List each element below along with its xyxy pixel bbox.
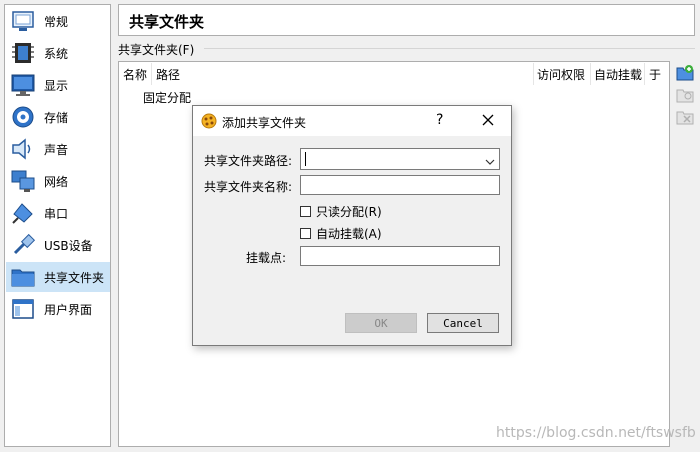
general-settings-icon [10, 8, 36, 34]
dialog-title: 添加共享文件夹 [222, 116, 307, 130]
virtualbox-logo-icon [201, 113, 217, 129]
readonly-label: 只读分配(R) [316, 205, 382, 219]
sidebar-item-label: 共享文件夹 [44, 270, 105, 285]
display-monitor-icon [10, 72, 36, 98]
table-row[interactable]: 固定分配 [143, 89, 191, 106]
sidebar-item-label: 存储 [44, 110, 69, 125]
shared-folders-group-label: 共享文件夹(F) [118, 43, 195, 57]
remove-shared-folder-button[interactable] [676, 108, 694, 126]
network-icon [10, 168, 36, 194]
sidebar-item-shared-folders[interactable]: 共享文件夹 [6, 262, 110, 292]
user-interface-icon [10, 296, 36, 322]
edit-folder-icon [676, 89, 694, 103]
column-separator [533, 63, 534, 85]
sidebar-item-system[interactable]: 系统 [6, 38, 110, 68]
sidebar-item-label: 用户界面 [44, 302, 93, 317]
audio-speaker-icon [10, 136, 36, 162]
remove-folder-icon [676, 111, 694, 125]
add-folder-icon [676, 65, 694, 81]
sidebar-item-label: 系统 [44, 46, 69, 61]
page-title-box: 共享文件夹 [118, 4, 695, 36]
shared-folder-icon [10, 264, 36, 290]
readonly-checkbox[interactable]: 只读分配(R) [300, 203, 382, 220]
serial-port-icon [10, 200, 36, 226]
column-separator [590, 63, 591, 85]
column-header-at[interactable]: 于 [649, 66, 661, 83]
sidebar-item-label: 声音 [44, 142, 69, 157]
storage-disk-icon [10, 104, 36, 130]
sidebar-item-general[interactable]: 常规 [6, 6, 110, 36]
help-button[interactable]: ? [436, 112, 443, 128]
folder-name-label: 共享文件夹名称: [204, 180, 293, 194]
sidebar-item-storage[interactable]: 存储 [6, 102, 110, 132]
ok-button[interactable]: OK [345, 313, 417, 333]
sidebar-item-label: 串口 [44, 206, 69, 221]
group-divider [204, 48, 695, 49]
add-shared-folder-dialog: 添加共享文件夹 ? 共享文件夹路径: 共享文件夹名称: 只读分配(R) 自动挂载… [192, 105, 512, 346]
automount-label: 自动挂载(A) [316, 227, 382, 241]
sidebar-item-display[interactable]: 显示 [6, 70, 110, 100]
folder-name-field[interactable] [300, 175, 500, 195]
sidebar-item-network[interactable]: 网络 [6, 166, 110, 196]
close-icon [482, 114, 494, 126]
column-header-path[interactable]: 路径 [156, 66, 180, 83]
text-caret [305, 152, 306, 166]
settings-sidebar: 常规 系统 显示 存储 声音 网络 串口 USB设备 共享文件夹 用户界面 [4, 4, 111, 447]
sidebar-item-audio[interactable]: 声音 [6, 134, 110, 164]
column-header-access[interactable]: 访问权限 [537, 66, 585, 83]
sidebar-item-label: 常规 [44, 14, 69, 29]
sidebar-item-usb[interactable]: USB设备 [6, 230, 110, 260]
sidebar-item-label: 网络 [44, 174, 69, 189]
sidebar-item-user-interface[interactable]: 用户界面 [6, 294, 110, 324]
add-shared-folder-button[interactable] [676, 64, 694, 82]
close-button[interactable] [477, 112, 499, 130]
column-header-name[interactable]: 名称 [123, 66, 147, 83]
sidebar-item-label: 显示 [44, 78, 69, 93]
mount-point-label: 挂载点: [246, 251, 287, 265]
dialog-titlebar: 添加共享文件夹 ? [193, 106, 511, 136]
watermark-text: https://blog.csdn.net/ftswsfb [496, 425, 696, 441]
folder-path-label: 共享文件夹路径: [204, 154, 293, 168]
checkbox-box[interactable] [300, 206, 311, 217]
page-title: 共享文件夹 [129, 13, 205, 31]
chevron-down-icon[interactable] [485, 155, 495, 169]
column-separator [644, 63, 645, 85]
column-header-automount[interactable]: 自动挂载 [594, 66, 642, 83]
mount-point-field[interactable] [300, 246, 500, 266]
sidebar-item-label: USB设备 [44, 238, 93, 253]
folder-path-combobox[interactable] [300, 148, 500, 170]
checkbox-box[interactable] [300, 228, 311, 239]
column-separator [151, 63, 152, 85]
usb-icon [10, 232, 36, 258]
cancel-button[interactable]: Cancel [427, 313, 499, 333]
sidebar-item-serial[interactable]: 串口 [6, 198, 110, 228]
system-chip-icon [10, 40, 36, 66]
edit-shared-folder-button[interactable] [676, 86, 694, 104]
automount-checkbox[interactable]: 自动挂载(A) [300, 225, 382, 242]
